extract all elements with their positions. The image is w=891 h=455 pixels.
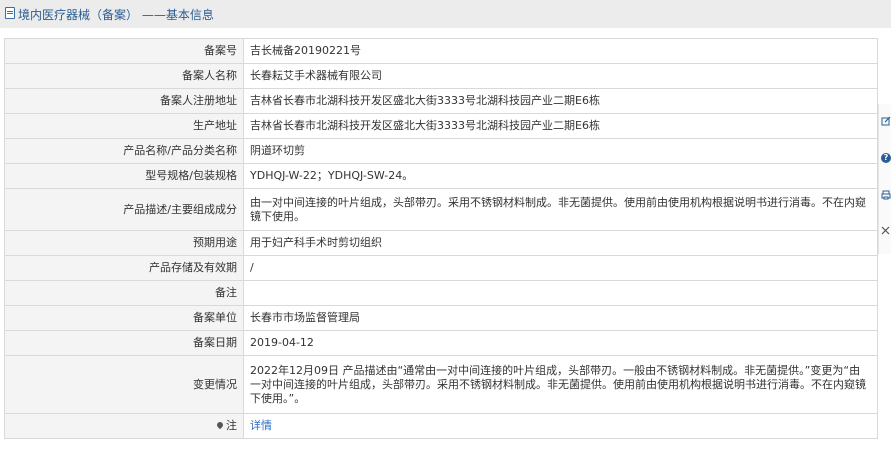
row-value: 2019-04-12	[243, 330, 878, 356]
note-label-cell: 注	[4, 413, 244, 439]
row-label: 备案日期	[4, 330, 244, 356]
row-label: 型号规格/包装规格	[4, 163, 244, 189]
table-row-note: 注 详情	[4, 413, 878, 439]
row-label: 变更情况	[4, 355, 244, 414]
table-row: 备案号 吉长械备20190221号	[4, 38, 878, 64]
note-label: 注	[226, 419, 237, 432]
row-value: 吉林省长春市北湖科技开发区盛北大街3333号北湖科技园产业二期E6栋	[243, 113, 878, 139]
row-label: 备案号	[4, 38, 244, 64]
table-row: 型号规格/包装规格 YDHQJ-W-22；YDHQJ-SW-24。	[4, 163, 878, 189]
print-icon[interactable]	[881, 190, 891, 202]
row-label: 生产地址	[4, 113, 244, 139]
row-value: 阴道环切剪	[243, 138, 878, 164]
row-label: 产品存储及有效期	[4, 255, 244, 281]
row-value	[243, 280, 878, 306]
pin-icon	[215, 420, 225, 430]
row-value: 长春市市场监督管理局	[243, 305, 878, 331]
table-row: 生产地址 吉林省长春市北湖科技开发区盛北大街3333号北湖科技园产业二期E6栋	[4, 113, 878, 139]
detail-link[interactable]: 详情	[250, 419, 272, 432]
table-row: 产品名称/产品分类名称 阴道环切剪	[4, 138, 878, 164]
row-value: 2022年12月09日 产品描述由“通常由一对中间连接的叶片组成，头部带刃。一般…	[243, 355, 878, 414]
row-label: 备注	[4, 280, 244, 306]
row-value: 用于妇产科手术时剪切组织	[243, 230, 878, 256]
document-icon	[5, 7, 15, 19]
row-label: 产品描述/主要组成成分	[4, 188, 244, 231]
side-toolbar: ?	[878, 104, 891, 254]
note-value-cell: 详情	[243, 413, 878, 439]
row-value: /	[243, 255, 878, 281]
page-header: 境内医疗器械（备案） ——基本信息	[0, 0, 891, 28]
edit-icon[interactable]	[881, 116, 891, 128]
table-row: 备案人名称 长春耘艾手术器械有限公司	[4, 63, 878, 89]
table-row: 产品存储及有效期 /	[4, 255, 878, 281]
row-value: 由一对中间连接的叶片组成，头部带刃。采用不锈钢材料制成。非无菌提供。使用前由使用…	[243, 188, 878, 231]
row-label: 备案人注册地址	[4, 88, 244, 114]
table-row: 备注	[4, 280, 878, 306]
row-label: 备案单位	[4, 305, 244, 331]
row-value: YDHQJ-W-22；YDHQJ-SW-24。	[243, 163, 878, 189]
row-value: 长春耘艾手术器械有限公司	[243, 63, 878, 89]
table-row: 备案日期 2019-04-12	[4, 330, 878, 356]
table-row: 变更情况 2022年12月09日 产品描述由“通常由一对中间连接的叶片组成，头部…	[4, 355, 878, 414]
table-row: 预期用途 用于妇产科手术时剪切组织	[4, 230, 878, 256]
help-icon[interactable]: ?	[881, 153, 891, 163]
row-value: 吉长械备20190221号	[243, 38, 878, 64]
table-row: 备案人注册地址 吉林省长春市北湖科技开发区盛北大街3333号北湖科技园产业二期E…	[4, 88, 878, 114]
close-icon[interactable]	[881, 226, 891, 238]
row-label: 预期用途	[4, 230, 244, 256]
table-row: 备案单位 长春市市场监督管理局	[4, 305, 878, 331]
row-label: 备案人名称	[4, 63, 244, 89]
row-value: 吉林省长春市北湖科技开发区盛北大街3333号北湖科技园产业二期E6栋	[243, 88, 878, 114]
row-label: 产品名称/产品分类名称	[4, 138, 244, 164]
table-row: 产品描述/主要组成成分 由一对中间连接的叶片组成，头部带刃。采用不锈钢材料制成。…	[4, 188, 878, 231]
info-table: 备案号 吉长械备20190221号 备案人名称 长春耘艾手术器械有限公司 备案人…	[4, 38, 878, 439]
page-title: 境内医疗器械（备案） ——基本信息	[18, 8, 214, 22]
